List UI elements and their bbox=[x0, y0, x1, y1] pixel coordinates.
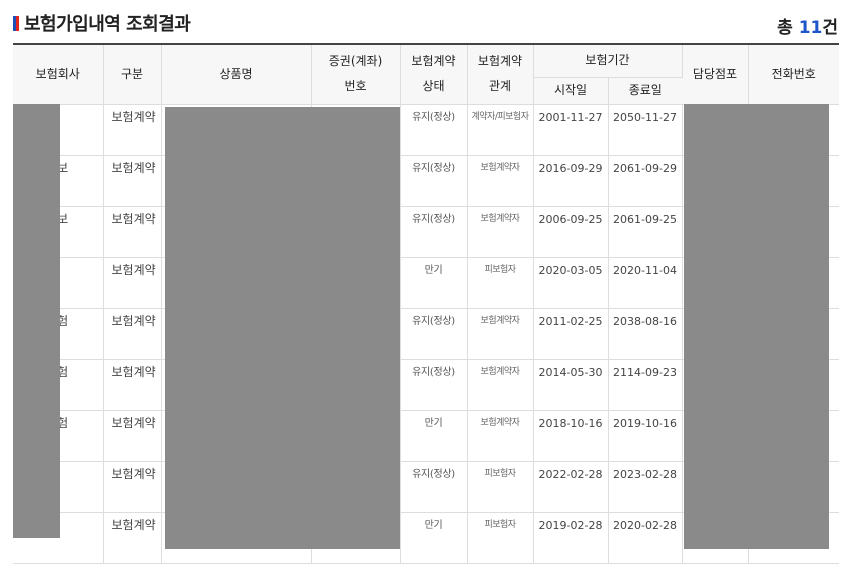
cell-end: 2050-11-27 bbox=[608, 104, 683, 156]
cell-relation: 계약자/피보험자 bbox=[467, 104, 534, 156]
cell-status: 유지(정상) bbox=[400, 155, 468, 207]
cell-start: 2022-02-28 bbox=[533, 461, 609, 513]
cell-end: 2020-11-04 bbox=[608, 257, 683, 309]
col-policy-no: 증권(계좌) 번호 bbox=[311, 43, 401, 105]
cell-status: 유지(정상) bbox=[400, 104, 468, 156]
cell-start: 2018-10-16 bbox=[533, 410, 609, 462]
cell-status: 유지(정상) bbox=[400, 359, 468, 411]
cell-end: 2023-02-28 bbox=[608, 461, 683, 513]
cell-start: 2020-03-05 bbox=[533, 257, 609, 309]
cell-end: 2061-09-25 bbox=[608, 206, 683, 258]
total-count-number: 11 bbox=[798, 18, 823, 38]
cell-start: 2006-09-25 bbox=[533, 206, 609, 258]
cell-status: 유지(정상) bbox=[400, 206, 468, 258]
cell-type: 보험계약 bbox=[103, 359, 162, 411]
result-header: 보험가입내역 조회결과 총 11건 bbox=[0, 0, 853, 44]
cell-relation: 보험계약자 bbox=[467, 410, 534, 462]
cell-start: 2001-11-27 bbox=[533, 104, 609, 156]
cell-status: 유지(정상) bbox=[400, 308, 468, 360]
cell-start: 2011-02-25 bbox=[533, 308, 609, 360]
cell-type: 보험계약 bbox=[103, 410, 162, 462]
cell-type: 보험계약 bbox=[103, 104, 162, 156]
cell-status: 만기 bbox=[400, 257, 468, 309]
cell-end: 2061-09-29 bbox=[608, 155, 683, 207]
cell-relation: 피보험자 bbox=[467, 461, 534, 513]
cell-start: 2016-09-29 bbox=[533, 155, 609, 207]
cell-relation: 보험계약자 bbox=[467, 308, 534, 360]
cell-status: 유지(정상) bbox=[400, 461, 468, 513]
cell-type: 보험계약 bbox=[103, 206, 162, 258]
cell-type: 보험계약 bbox=[103, 257, 162, 309]
redaction-product-policy bbox=[165, 107, 400, 549]
col-status: 보험계약 상태 bbox=[400, 43, 468, 105]
cell-relation: 피보험자 bbox=[467, 512, 534, 564]
redaction-branch-phone bbox=[684, 104, 829, 549]
col-company: 보험회사 bbox=[13, 43, 104, 105]
cell-start: 2014-05-30 bbox=[533, 359, 609, 411]
cell-status: 만기 bbox=[400, 410, 468, 462]
cell-status: 만기 bbox=[400, 512, 468, 564]
col-period: 보험기간 bbox=[533, 43, 683, 78]
col-end: 종료일 bbox=[608, 77, 683, 105]
col-phone: 전화번호 bbox=[748, 43, 840, 105]
cell-start: 2019-02-28 bbox=[533, 512, 609, 564]
cell-relation: 보험계약자 bbox=[467, 155, 534, 207]
col-start: 시작일 bbox=[533, 77, 609, 105]
cell-relation: 보험계약자 bbox=[467, 206, 534, 258]
page-title: 보험가입내역 조회결과 bbox=[24, 14, 191, 35]
redaction-company bbox=[13, 104, 60, 538]
cell-end: 2114-09-23 bbox=[608, 359, 683, 411]
col-type: 구분 bbox=[103, 43, 162, 105]
title-bullet-icon bbox=[13, 16, 19, 31]
col-branch: 담당점포 bbox=[682, 43, 749, 105]
cell-end: 2038-08-16 bbox=[608, 308, 683, 360]
cell-type: 보험계약 bbox=[103, 155, 162, 207]
cell-type: 보험계약 bbox=[103, 461, 162, 513]
cell-relation: 피보험자 bbox=[467, 257, 534, 309]
col-product: 상품명 bbox=[161, 43, 312, 105]
cell-end: 2020-02-28 bbox=[608, 512, 683, 564]
col-relation: 보험계약 관계 bbox=[467, 43, 534, 105]
total-count: 총 11건 bbox=[777, 18, 838, 38]
cell-type: 보험계약 bbox=[103, 308, 162, 360]
cell-type: 보험계약 bbox=[103, 512, 162, 564]
cell-relation: 보험계약자 bbox=[467, 359, 534, 411]
cell-end: 2019-10-16 bbox=[608, 410, 683, 462]
